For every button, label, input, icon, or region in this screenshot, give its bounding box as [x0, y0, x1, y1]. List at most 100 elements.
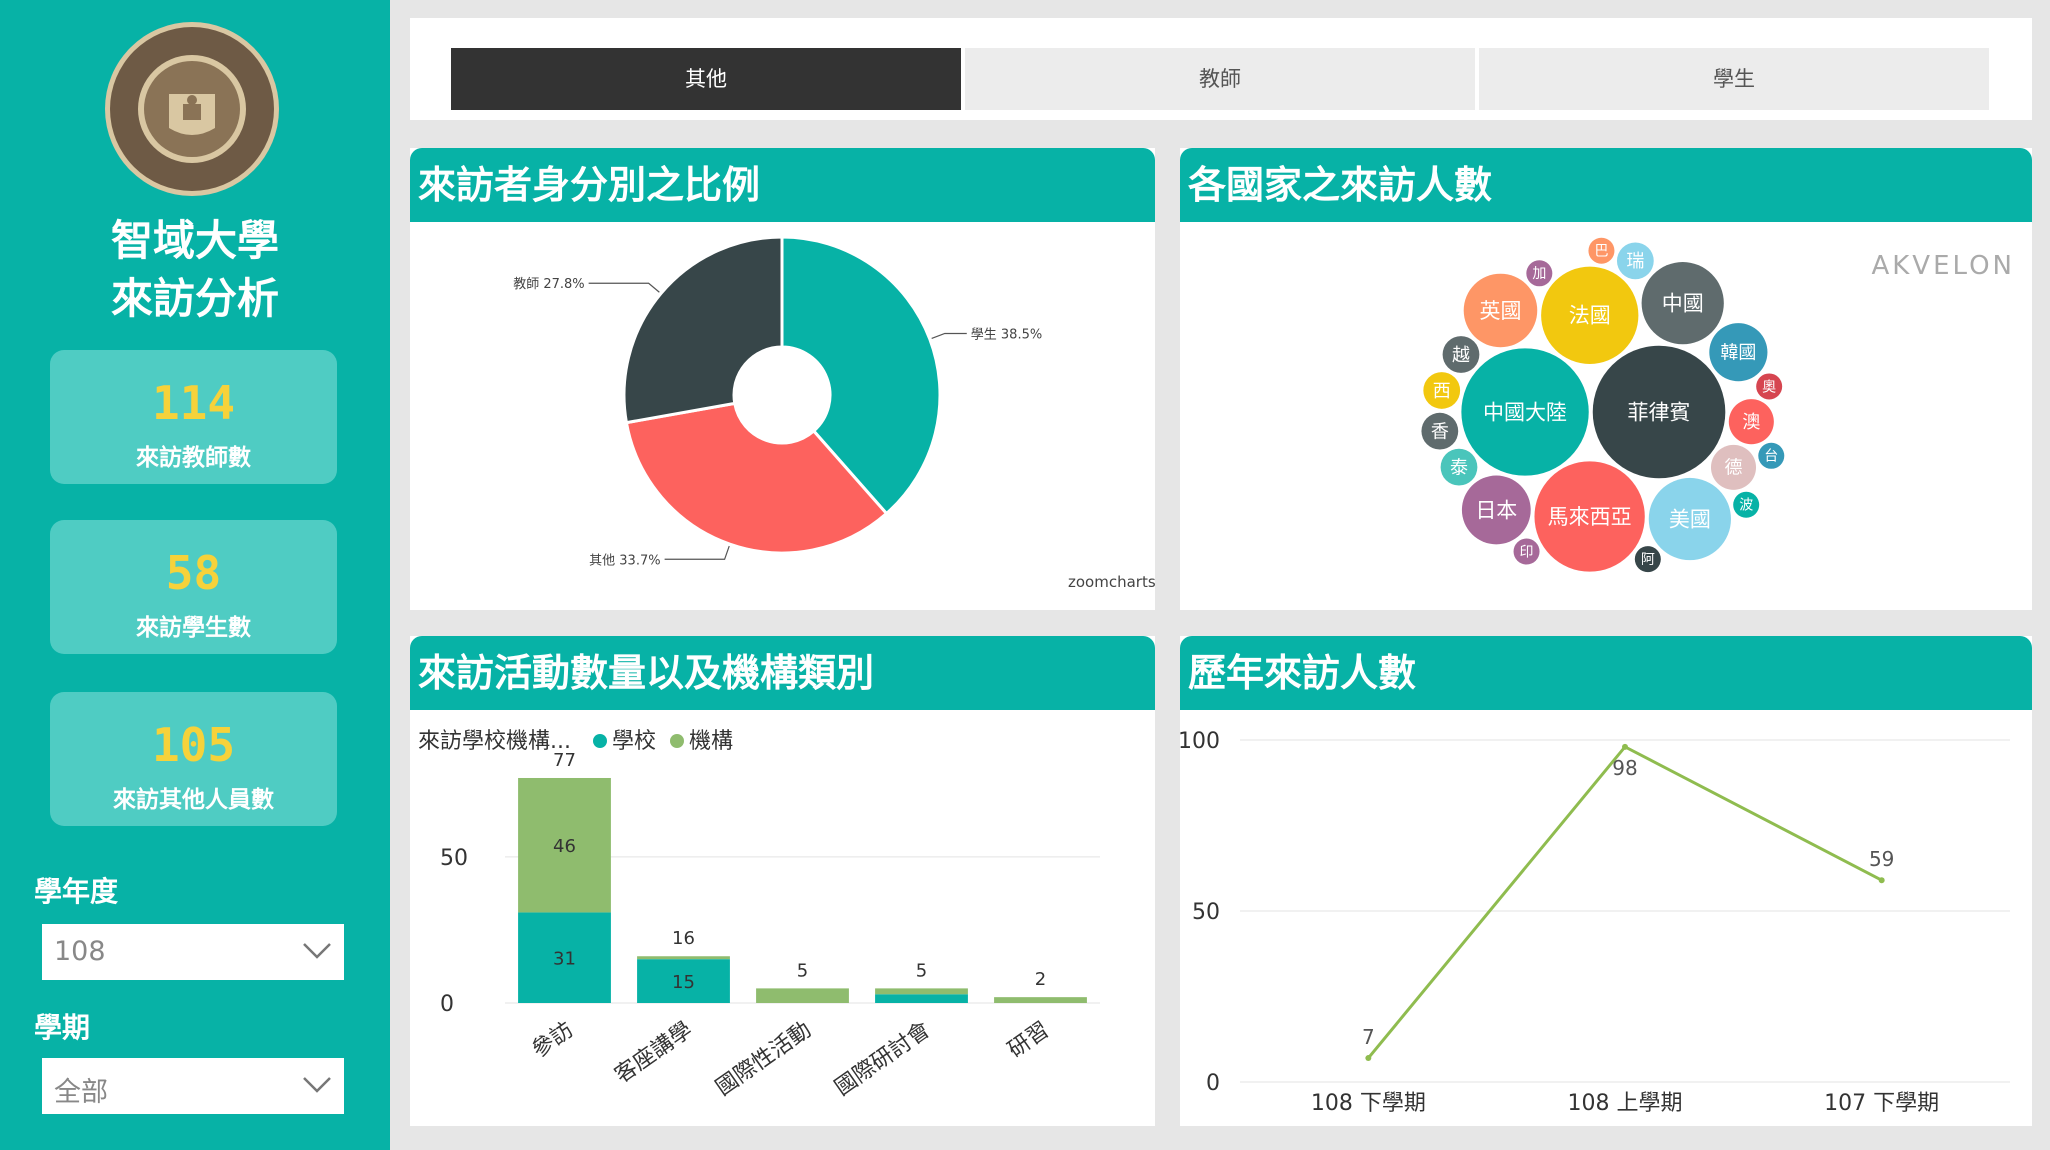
bubble-label: 阿: [1641, 552, 1655, 568]
bar-segment-org[interactable]: [875, 988, 968, 995]
stacked-bar-chart: 來訪學校機構... 學校 機構 0 50 31 46 77 參訪 15 16 客座講學 5 國際性活…: [418, 729, 1100, 1101]
stat-card-teachers: 114 來訪教師數: [50, 350, 337, 484]
chevron-down-icon: [303, 1077, 331, 1093]
bar-y-tick: 50: [440, 846, 468, 871]
bubble-label: 加: [1532, 266, 1546, 282]
line-series[interactable]: [1367, 744, 1883, 1060]
panel-country-visitors: 各國家之來訪人數 菲律賓 中國大陸 馬來西亞 法國 中國 美國 英國 日本 韓國德 澳 越泰 西香 瑞奧…: [1180, 148, 2032, 610]
sidebar-title: 智域大學 來訪分析: [0, 212, 390, 328]
bubble-label: 法國: [1569, 304, 1611, 328]
stat-card-students: 58 來訪學生數: [50, 520, 337, 654]
bubble-label: 瑞: [1626, 251, 1644, 272]
bubble-label: 中國: [1662, 292, 1704, 316]
stat-card-others: 105 來訪其他人員數: [50, 692, 337, 826]
stat-label: 來訪教師數: [136, 445, 251, 471]
stat-label: 來訪其他人員數: [113, 787, 274, 813]
stat-value: 105: [151, 718, 236, 772]
bar-category-label: 參訪: [528, 1017, 578, 1063]
donut-leader-line: [664, 545, 730, 560]
legend-org-label: 機構: [689, 729, 733, 754]
bubble-label: 日本: [1475, 498, 1517, 522]
bubble-label: 越: [1452, 345, 1470, 366]
sidebar-title-line1: 智域大學: [110, 216, 279, 265]
line-point[interactable]: [1622, 743, 1628, 750]
year-dropdown[interactable]: 108: [42, 924, 344, 980]
bar-y-tick: 0: [440, 992, 454, 1017]
panel-title: 來訪者身分別之比例: [410, 148, 1155, 222]
year-dropdown-value: 108: [54, 936, 106, 967]
panel-identity-ratio: 來訪者身分別之比例 學生 38.5% 其他 33.7% 教師 27.8% zoomc…: [410, 148, 1156, 610]
donut-slice[interactable]: [622, 235, 784, 425]
stat-value: 58: [165, 546, 222, 600]
sidebar-title-line2: 來訪分析: [110, 274, 279, 323]
panel-activity-count: 來訪活動數量以及機構類別 來訪學校機構... 學校 機構 0 50 31 46 77 參訪…: [410, 636, 1155, 1126]
bar-total-label: 77: [553, 750, 576, 771]
legend-org-icon: [670, 734, 684, 748]
panel-title: 歷年來訪人數: [1180, 636, 2032, 710]
bubble-label: 台: [1764, 449, 1778, 465]
stat-value: 114: [151, 376, 236, 430]
panel-yearly-visitors: 歷年來訪人數 0 50 100 7 108 下學期 98 108 上學期 59 107 下學期: [1178, 636, 2032, 1126]
donut-leader-line: [931, 332, 967, 340]
bar-total-label: 2: [1035, 969, 1046, 990]
bar-category-label: 客座講學: [611, 1017, 697, 1088]
bar-category-label: 國際研討會: [830, 1017, 934, 1101]
line-y-tick: 50: [1192, 900, 1220, 925]
bubble-label: 香: [1431, 421, 1449, 442]
bubble-label: 中國大陸: [1483, 400, 1567, 424]
line-category-label: 108 上學期: [1568, 1091, 1683, 1116]
line-value-label: 98: [1612, 756, 1637, 780]
bar-category-label: 國際性活動: [711, 1017, 815, 1101]
bubble-label: 英國: [1479, 299, 1521, 323]
bar-total-label: 16: [672, 928, 695, 949]
tab-teacher[interactable]: 教師: [965, 48, 1475, 110]
line-y-tick: 0: [1206, 1071, 1220, 1096]
line-point[interactable]: [1365, 1055, 1372, 1062]
donut-slice-label: 學生 38.5%: [971, 327, 1042, 342]
legend-title: 來訪學校機構...: [418, 729, 571, 754]
line-value-label: 7: [1362, 1025, 1375, 1049]
panel-title: 各國家之來訪人數: [1180, 148, 2032, 222]
line-point[interactable]: [1878, 877, 1885, 884]
filter-label-semester: 學期: [34, 1011, 91, 1044]
tab-other[interactable]: 其他: [451, 48, 961, 110]
filter-label-year: 學年度: [34, 875, 119, 908]
bar-segment-org[interactable]: [637, 956, 730, 960]
legend-school-icon: [593, 734, 607, 748]
bar-category-label: 研習: [1004, 1017, 1054, 1063]
tab-bar: 其他 教師 學生: [410, 18, 2032, 120]
bar-segment-label: 31: [553, 949, 576, 970]
bubble-label: 菲律賓: [1628, 400, 1691, 424]
bar-segment-org[interactable]: [994, 997, 1087, 1003]
line-y-tick: 100: [1180, 729, 1220, 754]
bar-segment-org[interactable]: [756, 988, 849, 1003]
bar-total-label: 5: [916, 960, 927, 981]
sidebar: 智域大學 來訪分析 114 來訪教師數 58 來訪學生數 105 來訪其他人員數…: [0, 0, 390, 1150]
university-logo-icon: [105, 22, 279, 196]
bubble-label: 德: [1724, 458, 1742, 479]
semester-dropdown[interactable]: 全部: [42, 1058, 344, 1114]
line-category-label: 108 下學期: [1311, 1091, 1426, 1116]
zoomcharts-watermark: zoomcharts: [1068, 573, 1155, 591]
bubble-label: 西: [1433, 381, 1451, 402]
bubble-chart: 菲律賓 中國大陸馬來西亞 法國 中國美國 英國日本 韓國德 澳 越泰 西香 瑞奧 加阿 台印 波 巴 AK…: [1421, 237, 2012, 573]
bubble-label: 波: [1739, 498, 1753, 514]
bar-total-label: 5: [797, 960, 808, 981]
bubble-label: 馬來西亞: [1548, 505, 1632, 529]
line-value-label: 59: [1869, 847, 1894, 871]
bubble-label: 澳: [1742, 412, 1760, 433]
donut-slice-label: 其他 33.7%: [589, 553, 660, 568]
bubble-label: 奧: [1762, 379, 1776, 395]
donut-slice-label: 教師 27.8%: [513, 276, 584, 292]
bubble-label: 巴: [1594, 244, 1608, 260]
tab-student[interactable]: 學生: [1479, 48, 1989, 110]
chevron-down-icon: [303, 943, 331, 959]
line-category-label: 107 下學期: [1824, 1091, 1939, 1116]
bubble-label: 印: [1520, 544, 1534, 560]
bubble-label: 美國: [1669, 507, 1711, 531]
donut-leader-line: [588, 282, 660, 293]
bar-segment-label: 15: [672, 972, 695, 993]
bar-segment-school[interactable]: [875, 994, 968, 1003]
bubble-label: 韓國: [1720, 342, 1756, 363]
semester-dropdown-value: 全部: [54, 1077, 108, 1108]
